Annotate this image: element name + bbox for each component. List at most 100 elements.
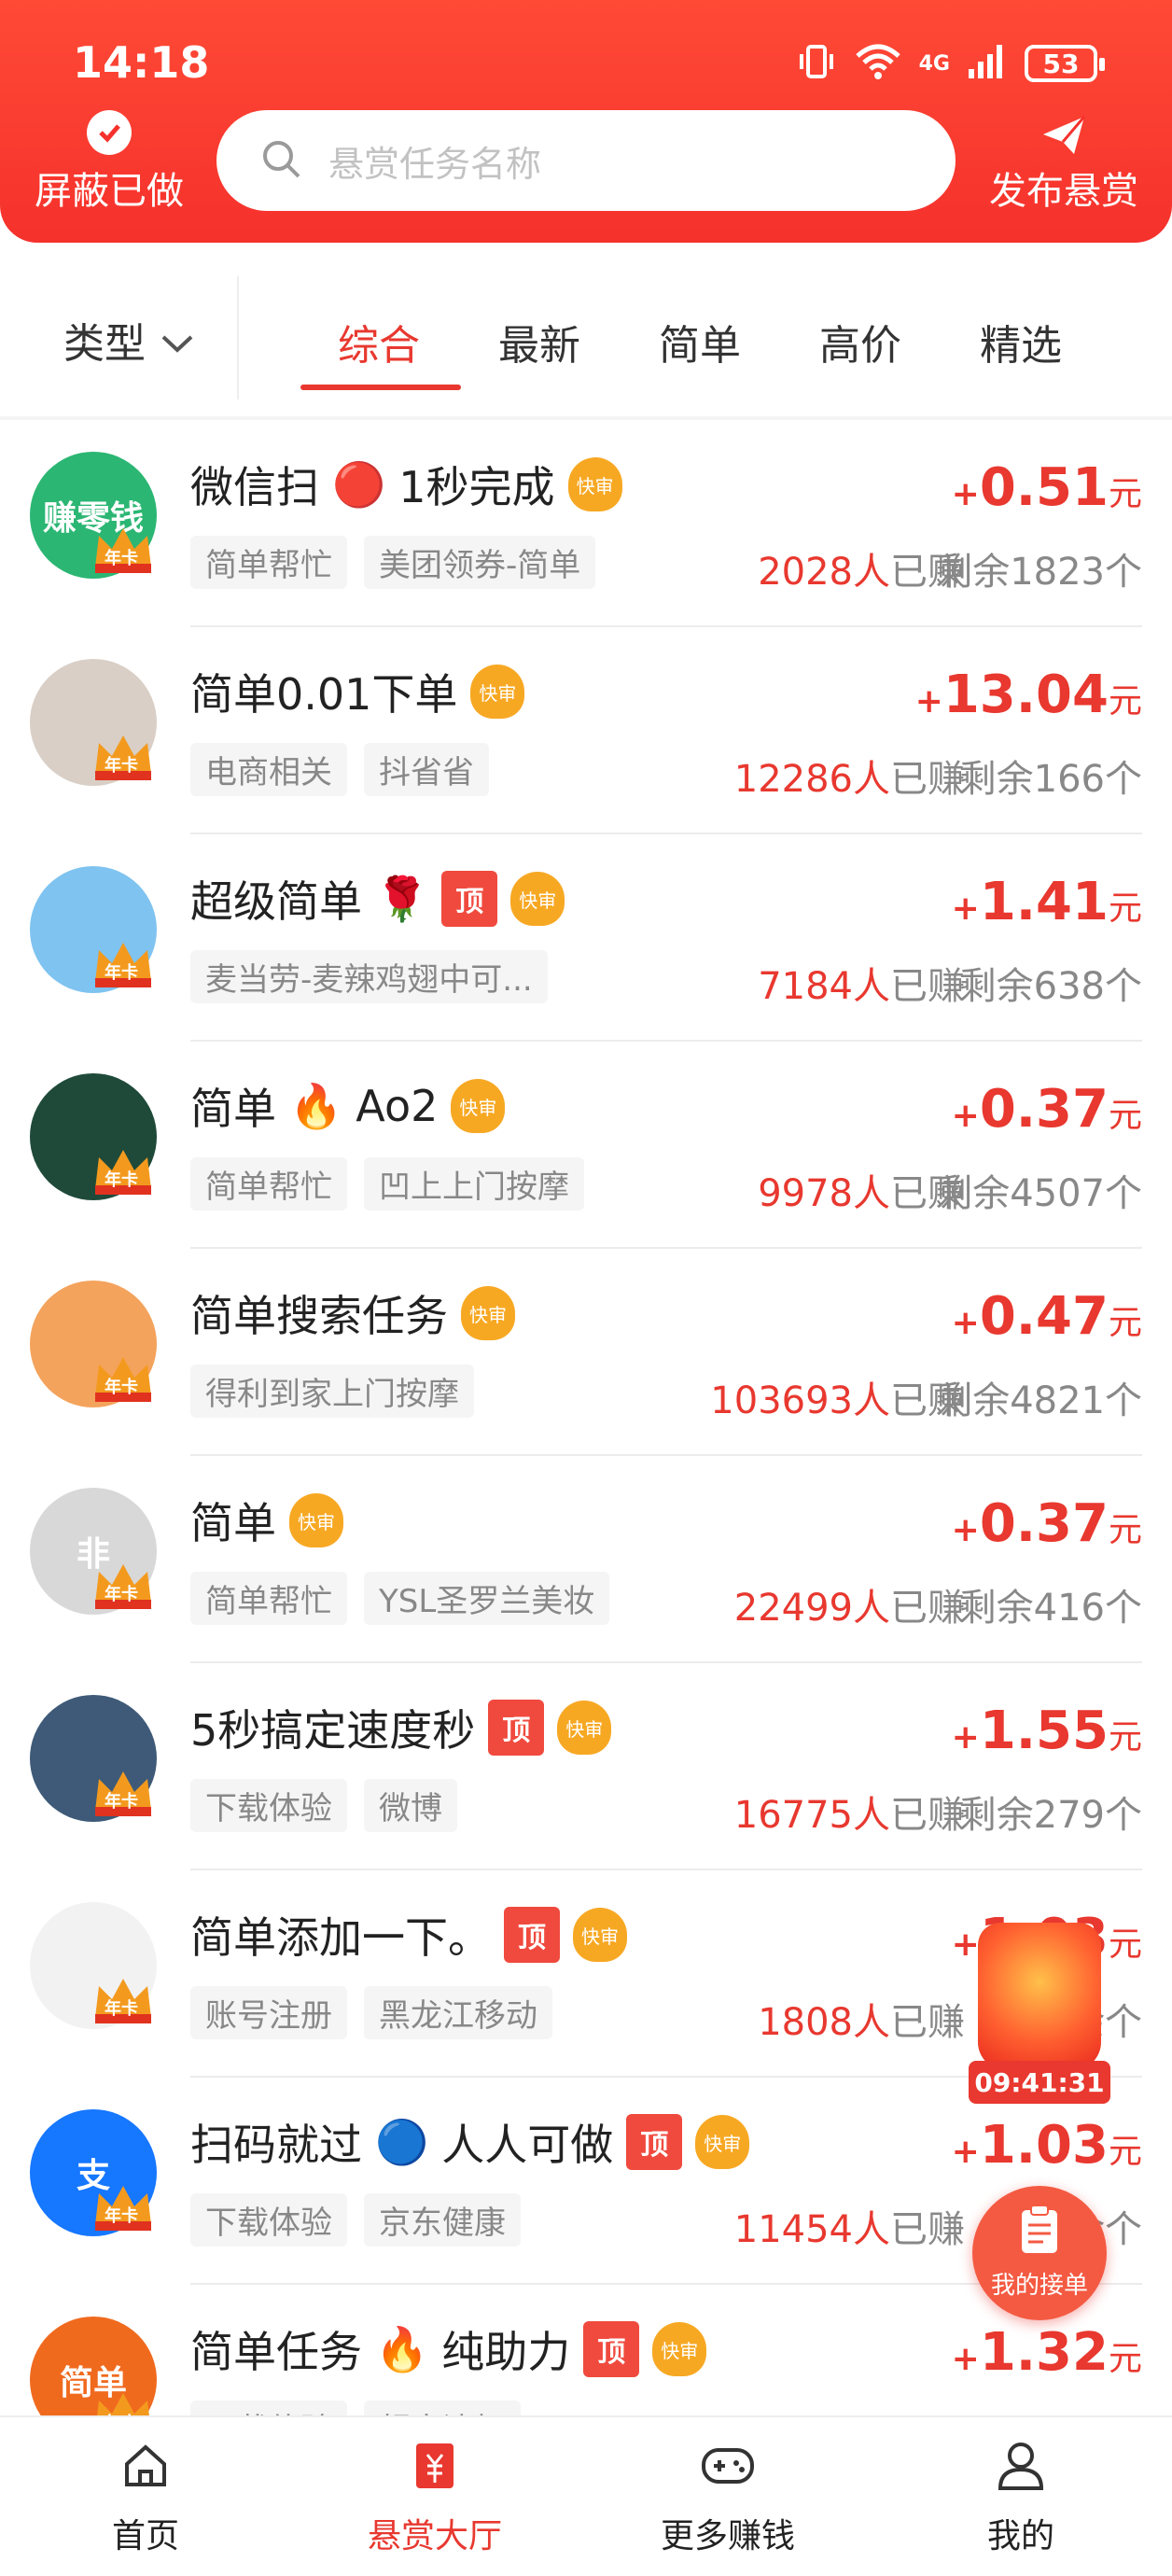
task-tag: 京东健康 — [364, 2193, 521, 2247]
task-title-text: 简单 — [190, 1498, 276, 1548]
fast-review-badge: 快审 — [573, 1908, 627, 1962]
earned-suffix: 已赚 — [890, 758, 965, 801]
my-orders-button[interactable]: 我的接单 — [972, 2186, 1107, 2320]
task-row[interactable]: 年卡 简单搜索任务 快审 得利到家上门按摩 +0.47 元 103693人已赚 剩余4821个 — [0, 1249, 1172, 1456]
task-row[interactable]: 非年卡 简单 快审 简单帮忙 YSL圣罗兰美妆 +0.37 元 22499人已赚 剩余416个 — [0, 1456, 1172, 1663]
earned-count: 2028人已赚 — [758, 541, 965, 595]
fast-review-badge: 快审 — [470, 665, 525, 719]
price-value: 0.47 — [979, 1286, 1109, 1347]
earned-number: 12286人 — [733, 758, 890, 801]
nav-home[interactable]: 首页 — [52, 2438, 239, 2557]
task-price: +1.03元 — [952, 2115, 1142, 2176]
search-icon — [259, 137, 302, 184]
earned-count: 11454人已赚 — [734, 2199, 965, 2253]
gamepad-icon — [635, 2438, 821, 2494]
price-unit: 元 — [1108, 889, 1142, 928]
task-row[interactable]: 赚零钱 年卡 微信扫 🔴 1秒完成 快审 简单帮忙 美团领券-简单 +0.51 元 2028人已赚剩… — [0, 420, 1172, 627]
task-row[interactable]: 年卡 简单0.01下单 快审 电商相关 抖省省 +13.04 元 12286人已赚 剩余166个 — [0, 627, 1172, 834]
remaining-count: 剩余4507个 — [935, 1172, 1142, 1215]
signal-icon — [967, 41, 1008, 86]
annual-card-badge: 年卡 — [105, 1378, 138, 1397]
task-title-text: 简单 — [190, 1084, 276, 1134]
tab-latest[interactable]: 最新 — [498, 312, 580, 371]
price-value: 13.04 — [942, 665, 1109, 725]
wifi-icon — [854, 41, 902, 86]
divider — [237, 276, 239, 399]
earned-suffix: 已赚 — [890, 1794, 965, 1837]
earned-number: 9978人 — [758, 1172, 890, 1215]
search-input[interactable]: 悬赏任务名称 — [216, 110, 956, 211]
price-value: 1.03 — [979, 2115, 1109, 2176]
task-title-text: 简单搜索任务 — [190, 1291, 448, 1341]
task-row[interactable]: 年卡 简单 🔥 Ao2 快审 简单帮忙 凹上上门按摩 +0.37 元 9978人已赚 剩余4507个 — [0, 1042, 1172, 1249]
vibrate-icon — [796, 41, 837, 86]
nav-more-earn[interactable]: 更多赚钱 — [635, 2438, 821, 2557]
type-label: 类型 — [63, 320, 146, 368]
tab-simple[interactable]: 简单 — [659, 312, 741, 371]
earned-count: 103693人已赚 — [710, 1370, 965, 1424]
task-price: +13.04 元 — [915, 665, 1142, 725]
tab-featured[interactable]: 精选 — [980, 312, 1062, 371]
my-orders-label: 我的接单 — [990, 2272, 1088, 2300]
task-tag: 得利到家上门按摩 — [190, 1365, 474, 1418]
annual-card-badge: 年卡 — [105, 1792, 138, 1812]
earned-count: 22499人已赚 — [734, 1577, 965, 1631]
red-packet-timer[interactable]: 09:41:31 — [965, 1923, 1114, 2109]
task-tag: 下载体验 — [190, 1779, 347, 1832]
nav-reward-hall[interactable]: 悬赏大厅 — [342, 2438, 528, 2557]
task-tags: 下载体验 京东健康 — [190, 2193, 521, 2247]
price-unit: 元 — [1108, 1511, 1142, 1549]
task-tag: 黑龙江移动 — [364, 1986, 552, 2039]
fast-review-badge: 快审 — [567, 457, 622, 511]
publish-reward-button[interactable]: 发布悬赏 — [980, 110, 1148, 215]
status-time: 14:18 — [73, 37, 210, 88]
user-icon — [928, 2438, 1114, 2494]
bottom-nav: 首页 悬赏大厅 更多赚钱 我的 — [0, 2415, 1172, 2576]
task-title-text: 1秒完成 — [398, 462, 555, 512]
task-title: 超级简单 🌹 顶快审 — [190, 868, 565, 930]
task-tag: 抖省省 — [364, 743, 489, 796]
chevron-down-icon — [160, 316, 194, 364]
timer-countdown: 09:41:31 — [969, 2061, 1110, 2104]
earned-number: 16775人 — [733, 1794, 890, 1837]
remaining-count: 剩余1823个 — [935, 551, 1142, 594]
type-dropdown[interactable]: 类型 — [63, 310, 194, 370]
task-tags: 麦当劳-麦辣鸡翅中可... — [190, 950, 548, 1003]
filter-bar: 类型 综合 最新 简单 高价 精选 — [0, 243, 1172, 420]
task-title-text: 简单任务 — [190, 2327, 362, 2377]
app-root: 14:18 4G 53 屏蔽已做 悬赏任务名称 发布悬赏 类型 综合 最新 简单… — [0, 0, 1172, 2576]
task-tag: 简单帮忙 — [190, 536, 347, 589]
battery-level: 53 — [1042, 48, 1080, 79]
search-placeholder: 悬赏任务名称 — [328, 143, 542, 185]
tab-comprehensive[interactable]: 综合 — [338, 312, 420, 371]
fast-review-badge: 快审 — [510, 872, 565, 926]
price-plus: + — [951, 889, 980, 928]
nav-reward-hall-label: 悬赏大厅 — [367, 2517, 502, 2555]
task-title: 简单搜索任务 快审 — [190, 1282, 515, 1344]
header: 14:18 4G 53 屏蔽已做 悬赏任务名称 发布悬赏 — [0, 0, 1172, 243]
task-tags: 简单帮忙 凹上上门按摩 — [190, 1157, 584, 1211]
price-plus: + — [951, 1718, 980, 1757]
price-value: 0.51 — [979, 457, 1109, 518]
task-row[interactable]: 年卡 5秒搞定速度秒顶快审 下载体验 微博 +1.55 元 16775人已赚 剩余279个 — [0, 1663, 1172, 1870]
hide-done-button[interactable]: 屏蔽已做 — [30, 110, 188, 215]
clipboard-icon — [1019, 2205, 1060, 2261]
earned-suffix: 已赚 — [890, 965, 965, 1008]
task-price: +0.37 元 — [952, 1493, 1142, 1554]
fast-review-badge: 快审 — [289, 1493, 343, 1547]
top-badge: 顶 — [441, 871, 498, 927]
earned-suffix: 已赚 — [890, 1587, 965, 1630]
task-tag: 美团领券-简单 — [364, 536, 596, 589]
nav-mine[interactable]: 我的 — [928, 2438, 1114, 2557]
price-value: 0.37 — [979, 1493, 1109, 1554]
task-row[interactable]: 年卡 超级简单 🌹 顶快审 麦当劳-麦辣鸡翅中可... +1.41 元 7184人已赚 剩余63… — [0, 834, 1172, 1042]
earned-number: 2028人 — [758, 551, 890, 594]
task-title-text: 纯助力 — [441, 2327, 571, 2377]
price-plus: + — [914, 682, 943, 721]
fast-review-badge: 快审 — [451, 1079, 506, 1133]
nav-home-label: 首页 — [111, 2517, 179, 2555]
task-title: 简单0.01下单 快审 — [190, 661, 525, 722]
top-badge: 顶 — [504, 1907, 560, 1963]
task-title-text: Ao2 — [356, 1081, 439, 1131]
tab-high-price[interactable]: 高价 — [819, 312, 901, 371]
